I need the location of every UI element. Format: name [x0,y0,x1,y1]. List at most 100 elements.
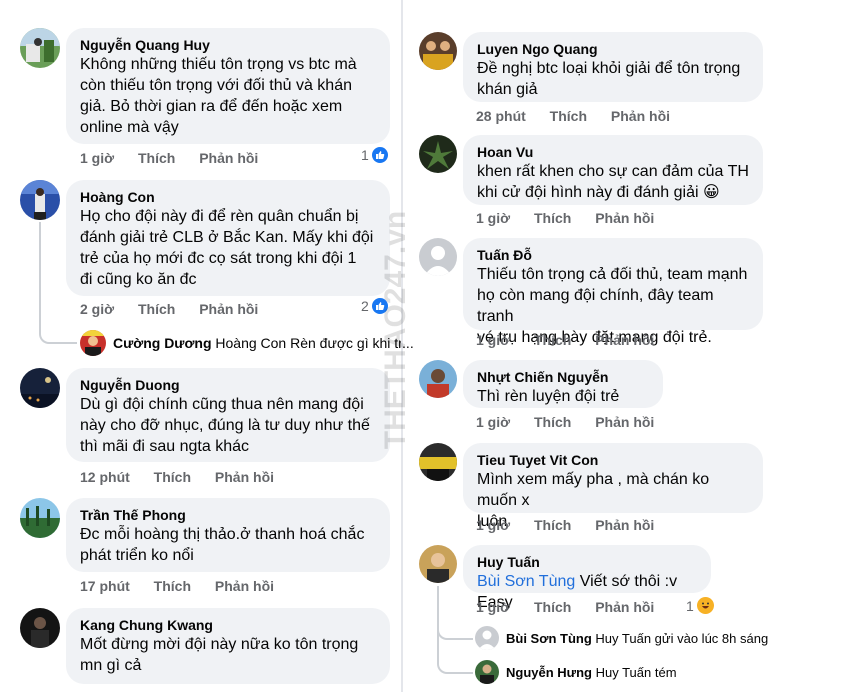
like-button[interactable]: Thích [534,517,571,533]
reaction-number: 1 [686,597,694,614]
comment-text: Đề nghị btc loại khỏi giải để tôn trọng … [477,60,741,98]
comment-time[interactable]: 17 phút [80,578,130,594]
reply-button[interactable]: Phản hồi [199,301,258,317]
comment-bubble: Nguyễn Quang Huy Không những thiếu tôn t… [66,28,390,144]
mention-link[interactable]: Bùi Sơn Tùng [477,573,575,590]
like-button[interactable]: Thích [550,108,587,124]
reaction-count[interactable]: 1 [361,147,388,163]
comment-author[interactable]: Nguyễn Quang Huy [80,36,376,54]
sub-reply[interactable]: Nguyễn Hưng Huy Tuấn tém [506,665,677,680]
reaction-count[interactable]: 1 [686,597,714,614]
avatar[interactable] [419,443,457,481]
avatar[interactable] [475,660,499,684]
avatar[interactable] [20,608,60,648]
comment-author[interactable]: Luyen Ngo Quang [477,40,749,58]
like-button[interactable]: Thích [154,469,191,485]
comment-time[interactable]: 1 giờ [80,150,114,166]
comment-actions: 1 giờ Thích Phản hồi [476,414,674,430]
comment-bubble: Tuấn Đỗ Thiếu tôn trọng cả đối thủ, team… [463,238,763,346]
comment-column-right: Luyen Ngo Quang Đề nghị btc loại khỏi gi… [405,0,842,692]
comment-author[interactable]: Nhựt Chiến Nguyễn [477,368,649,386]
sub-reply-author[interactable]: Nguyễn Hưng [506,665,592,680]
comment-actions: 1 giờ Thích Phản hồi [80,150,278,166]
column-divider [401,0,403,692]
reply-button[interactable]: Phản hồi [215,578,274,594]
reply-button[interactable]: Phản hồi [215,469,274,485]
like-button[interactable]: Thích [154,578,191,594]
comment-text: Đc mỗi hoàng thị thảo.ở thanh hoá chắc p… [80,526,365,564]
avatar[interactable] [80,330,106,356]
comment-actions: 2 giờ Thích Phản hồi [80,301,278,317]
comment-author[interactable]: Hoàng Con [80,188,376,206]
default-avatar-icon[interactable] [419,238,457,276]
comment-column-left: Nguyễn Quang Huy Không những thiếu tôn t… [0,0,414,692]
comment-bubble: Trần Thế Phong Đc mỗi hoàng thị thảo.ở t… [66,498,390,572]
like-button[interactable]: Thích [534,332,571,348]
avatar[interactable] [20,28,60,68]
like-reaction-icon [371,298,388,314]
avatar[interactable] [419,32,457,70]
reply-button[interactable]: Phản hồi [611,108,670,124]
comment-text: Thì rèn luyện đội trẻ [477,388,620,405]
comment-actions: 1 giờ Thích Phản hồi [476,210,674,226]
avatar[interactable] [419,545,457,583]
reply-button[interactable]: Phản hồi [595,332,654,348]
sub-reply-author[interactable]: Cường Dương [113,335,212,351]
comment-bubble: Kang Chung Kwang Mốt đừng mời đội này nữ… [66,608,390,684]
reply-button[interactable]: Phản hồi [595,517,654,533]
comment-author[interactable]: Huy Tuấn [477,553,697,571]
default-avatar-icon[interactable] [475,626,499,650]
comment-time[interactable]: 2 giờ [80,301,114,317]
comment-author[interactable]: Trần Thế Phong [80,506,376,524]
reaction-number: 1 [361,147,369,163]
sub-reply-author[interactable]: Bùi Sơn Tùng [506,631,592,646]
reaction-count[interactable]: 2 [361,298,388,314]
like-button[interactable]: Thích [534,210,571,226]
comment-bubble: Nhựt Chiến Nguyễn Thì rèn luyện đội trẻ [463,360,663,408]
reply-button[interactable]: Phản hồi [595,210,654,226]
comment-bubble: Nguyễn Duong Dù gì đội chính cũng thua n… [66,368,390,462]
comment-time[interactable]: 1 giờ [476,414,510,430]
comment-author[interactable]: Nguyễn Duong [80,376,376,394]
comment-time[interactable]: 1 giờ [476,210,510,226]
comment-author[interactable]: Tuấn Đỗ [477,246,749,264]
reply-button[interactable]: Phản hồi [595,414,654,430]
reply-button[interactable]: Phản hồi [595,599,654,615]
sub-reply[interactable]: Cường Dương Hoàng Con Rèn được gì khi tr… [113,335,414,351]
avatar[interactable] [20,368,60,408]
avatar[interactable] [20,498,60,538]
haha-reaction-icon [696,597,714,614]
comment-text: khen rất khen cho sự can đảm của TH khi … [477,161,749,203]
comment-bubble: Luyen Ngo Quang Đề nghị btc loại khỏi gi… [463,32,763,102]
sub-reply[interactable]: Bùi Sơn Tùng Huy Tuấn gửi vào lúc 8h sán… [506,631,768,646]
comment-author[interactable]: Tieu Tuyet Vit Con [477,451,749,469]
avatar[interactable] [419,360,457,398]
reply-button[interactable]: Phản hồi [199,150,258,166]
comment-text: Dù gì đội chính cũng thua nên mang đội n… [80,396,370,455]
comment-bubble: Huy Tuấn Bùi Sơn Tùng Viết sớ thôi :v Ea… [463,545,711,611]
comment-author[interactable]: Kang Chung Kwang [80,616,376,634]
comment-actions: 1 giờ Thích Phản hồi [476,599,674,615]
like-button[interactable]: Thích [138,301,175,317]
comment-actions: 12 phút Thích Phản hồi [80,469,294,485]
comment-time[interactable]: 1 giờ [476,517,510,533]
comment-actions: 1 giờ Thích Phản hồi [476,517,674,533]
reaction-number: 2 [361,298,369,314]
like-button[interactable]: Thích [534,414,571,430]
avatar[interactable] [419,135,457,173]
avatar[interactable] [20,180,60,220]
comment-time[interactable]: 12 phút [80,469,130,485]
comment-actions: 28 phút Thích Phản hồi [476,108,690,124]
like-button[interactable]: Thích [534,599,571,615]
comment-time[interactable]: 28 phút [476,108,526,124]
comment-time[interactable]: 1 giờ [476,599,510,615]
comment-time[interactable]: 1 giờ [476,332,510,348]
comment-text: Mốt đừng mời đội này nữa ko tôn trọng mn… [80,636,359,674]
comment-author[interactable]: Hoan Vu [477,143,749,161]
comment-bubble: Hoan Vu khen rất khen cho sự can đảm của… [463,135,763,205]
comment-text: Họ cho đội này đi để rèn quân chuẩn bị đ… [80,208,374,288]
comment-bubble: Hoàng Con Họ cho đội này đi để rèn quân … [66,180,390,296]
comment-actions: 17 phút Thích Phản hồi [80,578,294,594]
comment-bubble: Tieu Tuyet Vit Con Mình xem mấy pha , mà… [463,443,763,530]
like-button[interactable]: Thích [138,150,175,166]
